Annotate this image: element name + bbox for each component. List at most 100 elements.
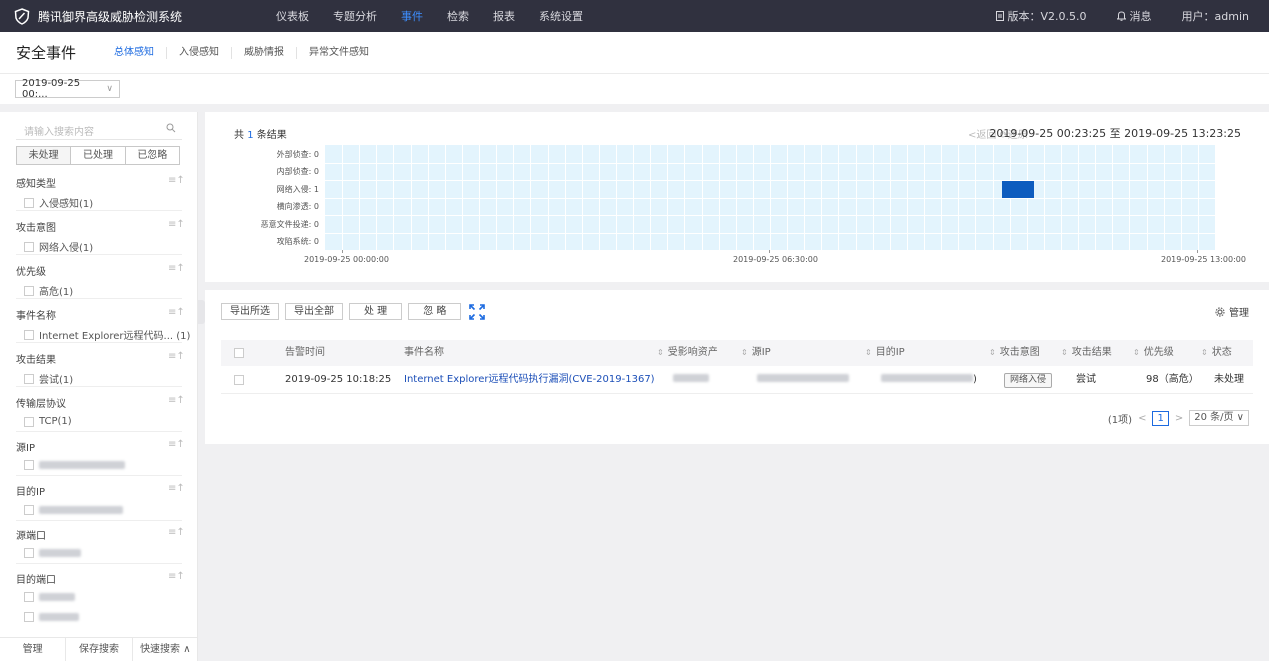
col-affected-asset[interactable]: ⇕ 受影响资产 (657, 340, 718, 366)
col-attack-intent[interactable]: ⇕ 攻击意图 (989, 340, 1040, 366)
bell-icon (1116, 11, 1126, 21)
nav-reports[interactable]: 报表 (493, 8, 515, 24)
tab-abnormal-file[interactable]: 异常文件感知 (296, 46, 381, 59)
prev-page-button[interactable]: < (1138, 413, 1146, 424)
manage-button[interactable]: 管理 (0, 638, 67, 661)
filter-item[interactable] (24, 592, 75, 602)
quick-search-button[interactable]: 快速搜索 ∧ (133, 638, 198, 661)
checkbox[interactable] (24, 505, 34, 515)
col-attack-result[interactable]: ⇕ 攻击结果 (1061, 340, 1112, 366)
sort-icon[interactable]: ≡↑ (168, 527, 185, 538)
col-priority[interactable]: ⇕ 优先级 (1133, 340, 1174, 366)
intent-tag: 网络入侵 (1004, 373, 1053, 388)
checkbox[interactable] (24, 548, 34, 558)
col-event-name[interactable]: 事件名称 (404, 340, 444, 366)
save-search-button[interactable]: 保存搜索 (66, 638, 133, 661)
version-info[interactable]: 版本：V2.0.5.0 (995, 8, 1087, 24)
fullscreen-icon[interactable] (469, 303, 486, 320)
gear-icon (1215, 306, 1225, 317)
tab-intrusion-awareness[interactable]: 入侵感知 (166, 46, 231, 59)
checkbox[interactable] (24, 329, 34, 340)
filter-item[interactable] (24, 460, 125, 470)
nav-search[interactable]: 检索 (447, 8, 469, 24)
filter-item[interactable]: TCP(1) (24, 416, 72, 427)
checkbox[interactable] (24, 197, 34, 208)
checkbox[interactable] (24, 612, 34, 622)
sort-icon[interactable]: ≡↑ (168, 439, 185, 450)
status-tab-ignored[interactable]: 已忽略 (126, 147, 179, 164)
tab-threat-intel[interactable]: 威胁情报 (231, 46, 296, 59)
nav-system-settings[interactable]: 系统设置 (539, 8, 583, 24)
search-icon[interactable] (166, 123, 176, 133)
sort-icon[interactable]: ≡↑ (168, 483, 185, 494)
manage-label: 管理 (1229, 308, 1249, 319)
table-row[interactable]: 2019-09-25 10:18:25 Internet Explorer远程代… (221, 366, 1253, 394)
status-tab-unhandled[interactable]: 未处理 (17, 147, 72, 164)
tab-overall-awareness[interactable]: 总体感知 (102, 47, 166, 59)
page-size-select[interactable]: 20 条/页 ∨ (1189, 410, 1249, 426)
nav-topic-analysis[interactable]: 专题分析 (333, 8, 377, 24)
sort-icon[interactable]: ≡↑ (168, 571, 185, 582)
export-selected-button[interactable]: 导出所选 (221, 303, 279, 320)
total-count: (1项) (1107, 414, 1133, 426)
export-all-button[interactable]: 导出全部 (285, 303, 343, 320)
sidebar-collapse-handle[interactable] (198, 300, 205, 324)
ignore-button[interactable]: 忽 略 (408, 303, 462, 320)
page-1-button[interactable]: 1 (1152, 410, 1169, 426)
filter-item[interactable] (24, 548, 81, 558)
divider (16, 210, 182, 211)
sort-icon[interactable]: ≡↑ (168, 175, 185, 186)
nav-events[interactable]: 事件 (401, 8, 423, 24)
sort-icon[interactable]: ≡↑ (168, 219, 185, 230)
select-all-checkbox[interactable] (234, 348, 244, 358)
sidebar-footer: 管理 保存搜索 快速搜索 ∧ (0, 637, 198, 661)
filter-item[interactable] (24, 612, 79, 622)
filter-item[interactable] (24, 505, 123, 515)
sub-header: 安全事件 总体感知 入侵感知 威胁情报 异常文件感知 (0, 32, 1269, 74)
row-label-network-intrusion: 网络入侵: 1 (276, 185, 319, 194)
timeline-heatmap[interactable] (325, 145, 1215, 250)
cell-status: 未处理 (1214, 374, 1244, 385)
filter-item[interactable]: 网络入侵(1) (24, 239, 93, 254)
messages-button[interactable]: 消息 (1116, 8, 1152, 24)
col-status[interactable]: ⇕ 状态 (1201, 340, 1232, 366)
sort-icon[interactable]: ≡↑ (168, 351, 185, 362)
nav-dashboard[interactable]: 仪表板 (276, 8, 309, 24)
cell-event-name-link[interactable]: Internet Explorer远程代码执行漏洞(CVE-2019-1367) (404, 366, 655, 394)
time-range-select[interactable]: 2019-09-25 00:... ∨ (15, 78, 120, 100)
next-page-button[interactable]: > (1175, 413, 1183, 424)
checkbox[interactable] (24, 460, 34, 470)
col-alert-time[interactable]: 告警时间 (285, 340, 325, 366)
col-dest-ip[interactable]: ⇕ 目的IP (865, 340, 905, 366)
sort-icon[interactable]: ≡↑ (168, 395, 185, 406)
divider (16, 386, 182, 387)
filter-item[interactable]: 入侵感知(1) (24, 195, 93, 210)
sort-icon[interactable]: ≡↑ (168, 263, 185, 274)
cell-dest-ip-tail: ) (973, 374, 977, 385)
status-tab-handled[interactable]: 已处理 (71, 147, 126, 164)
checkbox[interactable] (24, 285, 34, 296)
sort-icon: ⇕ (989, 348, 996, 357)
event-cell-network-intrusion[interactable] (1001, 181, 1035, 198)
column-manage-button[interactable]: 管理 (1215, 304, 1249, 319)
sidebar-search-input[interactable]: 请输入搜索内容 (16, 120, 182, 140)
checkbox[interactable] (24, 241, 34, 252)
logo[interactable]: 腾讯御界高级威胁检测系统 (14, 7, 254, 25)
cell-attack-result: 尝试 (1076, 374, 1096, 385)
checkbox[interactable] (24, 416, 34, 427)
user-menu[interactable]: 用户：admin (1182, 8, 1249, 24)
filter-item[interactable]: 尝试(1) (24, 371, 73, 386)
filter-item[interactable]: 高危(1) (24, 283, 73, 298)
sort-icon[interactable]: ≡↑ (168, 307, 185, 318)
redacted-value (881, 374, 973, 382)
row-checkbox[interactable] (234, 375, 244, 385)
col-priority-label: 优先级 (1143, 347, 1174, 358)
process-button[interactable]: 处 理 (349, 303, 403, 320)
table-header: 告警时间 事件名称 ⇕ 受影响资产 ⇕ 源IP ⇕ 目的IP ⇕ 攻击意图 ⇕ 攻击结果 … (221, 340, 1253, 366)
filter-item[interactable]: Internet Explorer远程代码... (1) (24, 327, 190, 342)
checkbox[interactable] (24, 592, 34, 602)
messages-label: 消息 (1129, 10, 1152, 23)
sort-icon: ⇕ (1201, 348, 1208, 357)
checkbox[interactable] (24, 373, 34, 384)
col-source-ip[interactable]: ⇕ 源IP (741, 340, 771, 366)
